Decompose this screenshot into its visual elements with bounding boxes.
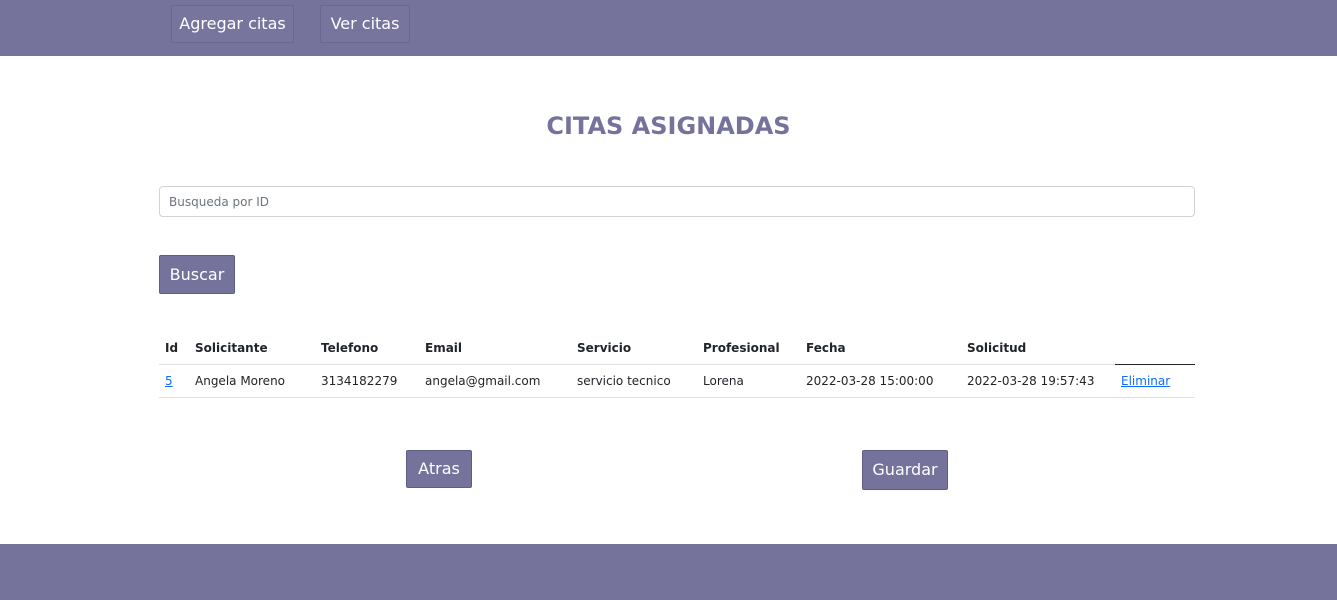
top-navbar: Agregar citas Ver citas [0, 0, 1337, 56]
save-button[interactable]: Guardar [862, 450, 948, 490]
cell-servicio: servicio tecnico [571, 364, 697, 398]
appointment-id-link[interactable]: 5 [165, 374, 173, 388]
table-header-row: Id Solicitante Telefono Email Servicio P… [159, 332, 1195, 365]
view-appointments-button[interactable]: Ver citas [320, 5, 410, 43]
header-fecha: Fecha [800, 332, 961, 365]
cell-actions: Eliminar [1115, 364, 1195, 398]
cell-fecha: 2022-03-28 15:00:00 [800, 364, 961, 398]
cell-profesional: Lorena [697, 364, 800, 398]
cell-telefono: 3134182279 [315, 364, 419, 398]
header-servicio: Servicio [571, 332, 697, 365]
search-input[interactable] [159, 186, 1195, 217]
cell-email: angela@gmail.com [419, 364, 571, 398]
header-solicitante: Solicitante [189, 332, 315, 365]
cell-solicitud: 2022-03-28 19:57:43 [961, 364, 1115, 398]
search-button[interactable]: Buscar [159, 255, 235, 294]
cell-id: 5 [159, 364, 189, 398]
header-profesional: Profesional [697, 332, 800, 365]
page-title: CITAS ASIGNADAS [546, 112, 791, 140]
header-id: Id [159, 332, 189, 365]
header-telefono: Telefono [315, 332, 419, 365]
table-row: 5 Angela Moreno 3134182279 angela@gmail.… [159, 364, 1195, 398]
appointments-table: Id Solicitante Telefono Email Servicio P… [159, 332, 1195, 398]
header-solicitud: Solicitud [961, 332, 1115, 365]
delete-link[interactable]: Eliminar [1121, 374, 1170, 388]
header-email: Email [419, 332, 571, 365]
header-actions [1115, 332, 1195, 365]
back-button[interactable]: Atras [406, 450, 472, 488]
cell-solicitante: Angela Moreno [189, 364, 315, 398]
footer-bar [0, 544, 1337, 600]
add-appointments-button[interactable]: Agregar citas [171, 5, 294, 43]
